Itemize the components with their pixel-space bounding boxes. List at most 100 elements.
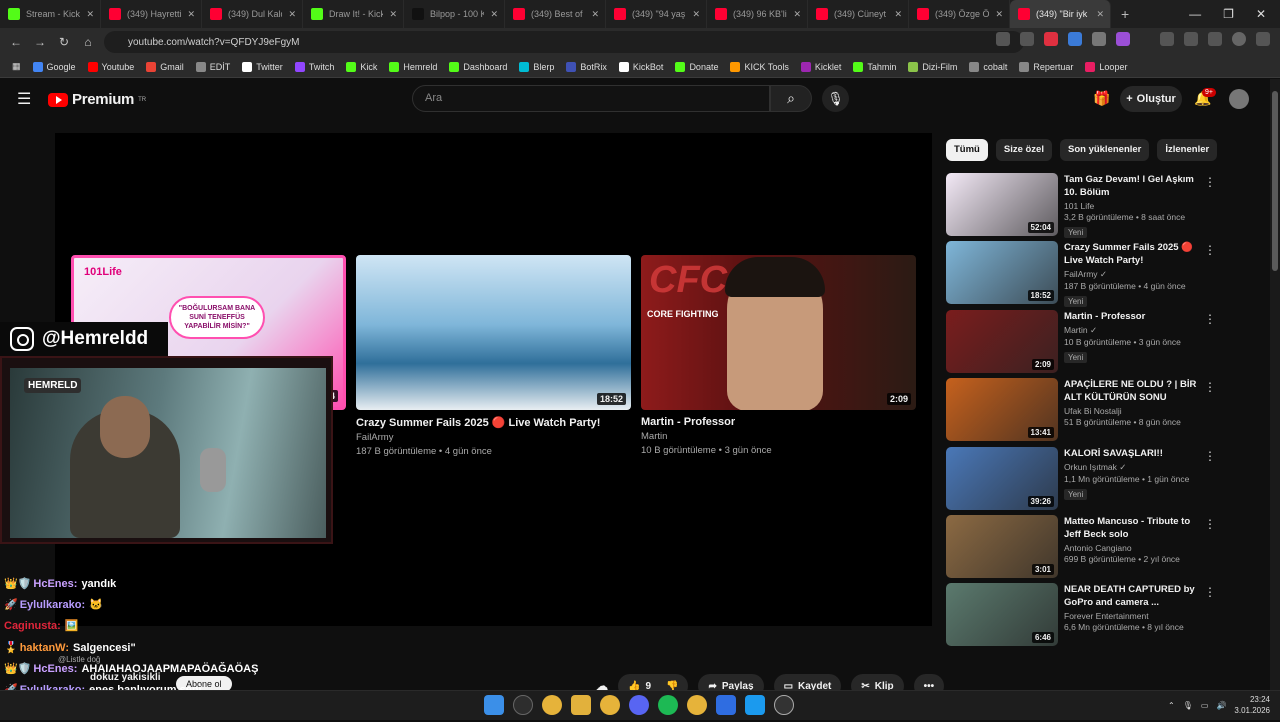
- bookmark-item[interactable]: Kick: [340, 61, 383, 72]
- page-scrollbar[interactable]: [1270, 79, 1280, 690]
- more-vert-icon[interactable]: ⋮: [1204, 312, 1216, 326]
- filter-chip[interactable]: İzlenenler: [1157, 139, 1218, 161]
- search-input[interactable]: Ara: [412, 85, 770, 112]
- filter-chip[interactable]: Tümü: [946, 139, 988, 161]
- tab-close-icon[interactable]: ✕: [490, 9, 498, 20]
- chevron-up-icon[interactable]: ⌃: [1168, 701, 1175, 710]
- tab-close-icon[interactable]: ✕: [692, 9, 700, 20]
- more-vert-icon[interactable]: ⋮: [1204, 243, 1216, 257]
- filter-chip[interactable]: Size özel: [995, 139, 1052, 161]
- bookmark-item[interactable]: Blerp: [513, 61, 560, 72]
- bookmark-item[interactable]: Tahmin: [847, 61, 902, 72]
- recommendation-item[interactable]: 39:26 KALORİ SAVAŞLARI!! Orkun Işıtmak ✓ 1,…: [946, 446, 1226, 510]
- obs-icon[interactable]: [774, 695, 794, 715]
- chrome-icon[interactable]: [687, 695, 707, 715]
- extension-icon[interactable]: [1068, 32, 1082, 46]
- menu-dots-icon[interactable]: [1256, 32, 1270, 46]
- extension-icon[interactable]: [1044, 32, 1058, 46]
- steam-icon[interactable]: [745, 695, 765, 715]
- scrollbar-thumb[interactable]: [1272, 91, 1278, 271]
- bookmark-item[interactable]: Twitter: [236, 61, 289, 72]
- bookmark-item[interactable]: Dashboard: [443, 61, 513, 72]
- more-vert-icon[interactable]: ⋮: [1204, 380, 1216, 394]
- recommendation-item[interactable]: 3:01 Matteo Mancuso - Tribute to Jeff Bec…: [946, 515, 1226, 578]
- recommendation-item[interactable]: 2:09 Martin - Professor Martin ✓ 10 B görün…: [946, 309, 1226, 373]
- bookmark-item[interactable]: KICK Tools: [724, 61, 794, 72]
- endcard-3[interactable]: CFC CORE FIGHTING 2:09 Martin - Professo…: [641, 255, 916, 456]
- tab-close-icon[interactable]: ✕: [995, 9, 1003, 20]
- create-button[interactable]: + Oluştur: [1120, 86, 1182, 112]
- recommendation-item[interactable]: 6:46 NEAR DEATH CAPTURED by GoPro and cam…: [946, 583, 1226, 647]
- home-icon[interactable]: ⌂: [76, 35, 100, 49]
- more-vert-icon[interactable]: ⋮: [1204, 449, 1216, 463]
- endcard-2[interactable]: 18:52 Crazy Summer Fails 2025 🔴 Live Wat…: [356, 255, 631, 457]
- browser-tab[interactable]: (349) Best of ✕: [505, 0, 606, 28]
- tab-close-icon[interactable]: ✕: [86, 9, 94, 20]
- bookmark-item[interactable]: Hemreld: [383, 61, 443, 72]
- tab-close-icon[interactable]: ✕: [187, 9, 195, 20]
- more-vert-icon[interactable]: ⋮: [1204, 517, 1216, 531]
- browser-tab[interactable]: (349) "94 yaşı ✕: [606, 0, 707, 28]
- extension-icon[interactable]: [1092, 32, 1106, 46]
- gift-icon[interactable]: 🎁: [1093, 90, 1110, 107]
- bookmark-item[interactable]: Dizi-Film: [902, 61, 963, 72]
- tab-close-icon[interactable]: ✕: [1096, 9, 1104, 20]
- browser-tab[interactable]: (349) Cüneyt ✕: [808, 0, 909, 28]
- chrome-icon[interactable]: [600, 695, 620, 715]
- maximize-icon[interactable]: ❐: [1223, 7, 1234, 21]
- tab-close-icon[interactable]: ✕: [793, 9, 801, 20]
- clock[interactable]: 23:24 3.01.2026: [1234, 694, 1270, 716]
- new-tab-icon[interactable]: +: [1121, 6, 1129, 22]
- bookmark-item[interactable]: BotRix: [560, 61, 613, 72]
- browser-tab[interactable]: Stream - Kick ✕: [0, 0, 101, 28]
- more-vert-icon[interactable]: ⋮: [1204, 175, 1216, 189]
- filter-chip[interactable]: Son yüklenenler: [1059, 139, 1150, 161]
- url-field[interactable]: youtube.com/watch?v=QFDYJ9eFgyM: [104, 31, 1024, 53]
- tab-close-icon[interactable]: ✕: [288, 9, 296, 20]
- bookmark-item[interactable]: EDİT: [190, 61, 237, 72]
- browser-tab[interactable]: (349) Hayrettin ✕: [101, 0, 202, 28]
- bookmark-item[interactable]: KickBot: [613, 61, 670, 72]
- hamburger-menu-icon[interactable]: ☰: [17, 89, 31, 109]
- recommendation-item[interactable]: 52:04 Tam Gaz Devam! l Gel Aşkım 10. Bölü…: [946, 173, 1226, 238]
- volume-icon[interactable]: 🔊: [1216, 701, 1226, 710]
- folder-icon[interactable]: [571, 695, 591, 715]
- youtube-logo[interactable]: Premium TR: [48, 91, 146, 108]
- browser-tab[interactable]: (349) "Bir iyk ✕: [1010, 0, 1111, 28]
- extension-icon[interactable]: [1116, 32, 1130, 46]
- start-icon[interactable]: [484, 695, 504, 715]
- star-icon[interactable]: [1020, 32, 1034, 46]
- forward-icon[interactable]: →: [28, 35, 52, 49]
- more-vert-icon[interactable]: ⋮: [1204, 585, 1216, 599]
- apps-grid-icon[interactable]: ▦: [6, 61, 27, 72]
- tab-close-icon[interactable]: ✕: [591, 9, 599, 20]
- bookmark-item[interactable]: Repertuar: [1013, 61, 1079, 72]
- discord-icon[interactable]: [629, 695, 649, 715]
- reload-icon[interactable]: ↻: [52, 35, 76, 49]
- minimize-icon[interactable]: —: [1189, 7, 1201, 21]
- bookmark-item[interactable]: cobalt: [963, 61, 1013, 72]
- bookmark-item[interactable]: Google: [27, 61, 82, 72]
- bookmark-item[interactable]: Looper: [1079, 61, 1133, 72]
- browser-tab[interactable]: (349) Özge Ö ✕: [909, 0, 1010, 28]
- browser-tab[interactable]: (349) Dul Kaldı ✕: [202, 0, 303, 28]
- back-icon[interactable]: ←: [4, 35, 28, 49]
- sidepanel-icon[interactable]: [1160, 32, 1174, 46]
- tab-close-icon[interactable]: ✕: [389, 9, 397, 20]
- search-icon[interactable]: [513, 695, 533, 715]
- browser-tab[interactable]: (349) 96 KB'lik ✕: [707, 0, 808, 28]
- puzzle-icon[interactable]: [1184, 32, 1198, 46]
- avatar[interactable]: [1229, 89, 1249, 109]
- spotify-icon[interactable]: [658, 695, 678, 715]
- bookmark-item[interactable]: Twitch: [289, 61, 341, 72]
- bookmark-item[interactable]: Donate: [669, 61, 724, 72]
- mic-tray-icon[interactable]: 🎙: [1183, 701, 1193, 710]
- install-icon[interactable]: [996, 32, 1010, 46]
- monitor-icon[interactable]: ▭: [1201, 701, 1209, 710]
- browser-tab[interactable]: Bilpop - 100 K ✕: [404, 0, 505, 28]
- app-icon[interactable]: [716, 695, 736, 715]
- close-window-icon[interactable]: ✕: [1256, 7, 1266, 21]
- bookmark-item[interactable]: Gmail: [140, 61, 190, 72]
- browser-tab[interactable]: Draw It! - Kick ✕: [303, 0, 404, 28]
- downloads-icon[interactable]: [1208, 32, 1222, 46]
